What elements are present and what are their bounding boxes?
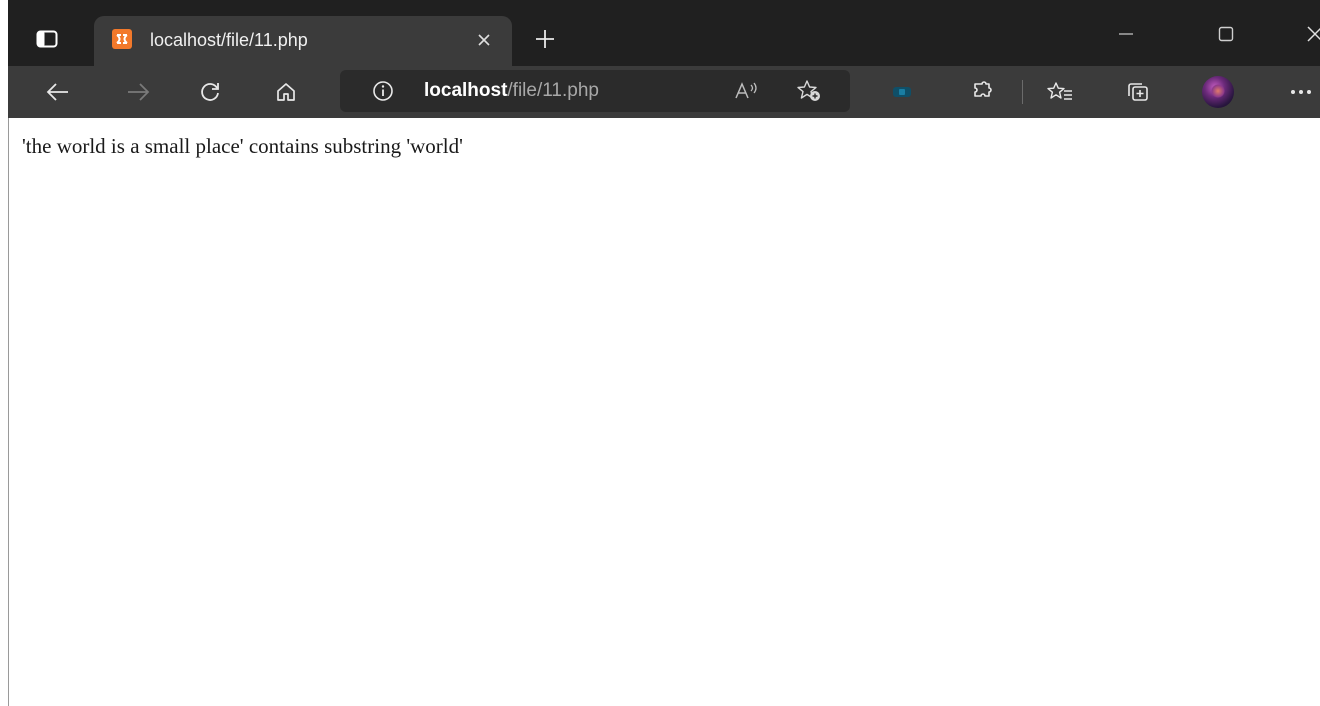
url-text: localhost/file/11.php <box>424 80 599 102</box>
page-output-text: 'the world is a small place' contains su… <box>22 134 463 158</box>
extension-icon[interactable] <box>886 76 918 108</box>
browser-window: localhost/file/11.php localhost/file/11.… <box>8 0 1320 706</box>
avatar[interactable] <box>1202 76 1234 108</box>
arrow-right-icon[interactable] <box>122 76 154 108</box>
star-add-icon[interactable] <box>794 78 824 104</box>
read-aloud-icon[interactable] <box>732 78 762 104</box>
maximize-icon[interactable] <box>1208 20 1244 48</box>
close-icon[interactable] <box>472 28 496 52</box>
tab-title: localhost/file/11.php <box>150 30 308 50</box>
plus-icon[interactable] <box>530 24 560 54</box>
toolbar-separator <box>1022 80 1023 104</box>
page-content: 'the world is a small place' contains su… <box>8 118 1320 706</box>
arrow-left-icon[interactable] <box>42 76 74 108</box>
url-path: /file/11.php <box>507 80 599 101</box>
home-icon[interactable] <box>270 76 302 108</box>
puzzle-icon[interactable] <box>966 76 998 108</box>
url-host: localhost <box>424 80 508 101</box>
minimize-icon[interactable] <box>1108 22 1144 46</box>
tab-actions-icon[interactable] <box>30 22 64 56</box>
window-close-icon[interactable] <box>1298 20 1320 48</box>
favorites-list-icon[interactable] <box>1044 76 1076 108</box>
ellipsis-icon[interactable] <box>1286 76 1316 108</box>
info-icon[interactable] <box>370 78 396 104</box>
xampp-favicon-icon <box>112 29 132 49</box>
active-tab[interactable]: localhost/file/11.php <box>94 16 512 66</box>
tab-strip: localhost/file/11.php <box>8 0 1320 66</box>
navigation-toolbar: localhost/file/11.php <box>8 66 1320 118</box>
address-bar[interactable]: localhost/file/11.php <box>340 70 850 112</box>
window-left-border <box>8 118 9 706</box>
refresh-icon[interactable] <box>194 76 226 108</box>
collections-icon[interactable] <box>1122 76 1154 108</box>
